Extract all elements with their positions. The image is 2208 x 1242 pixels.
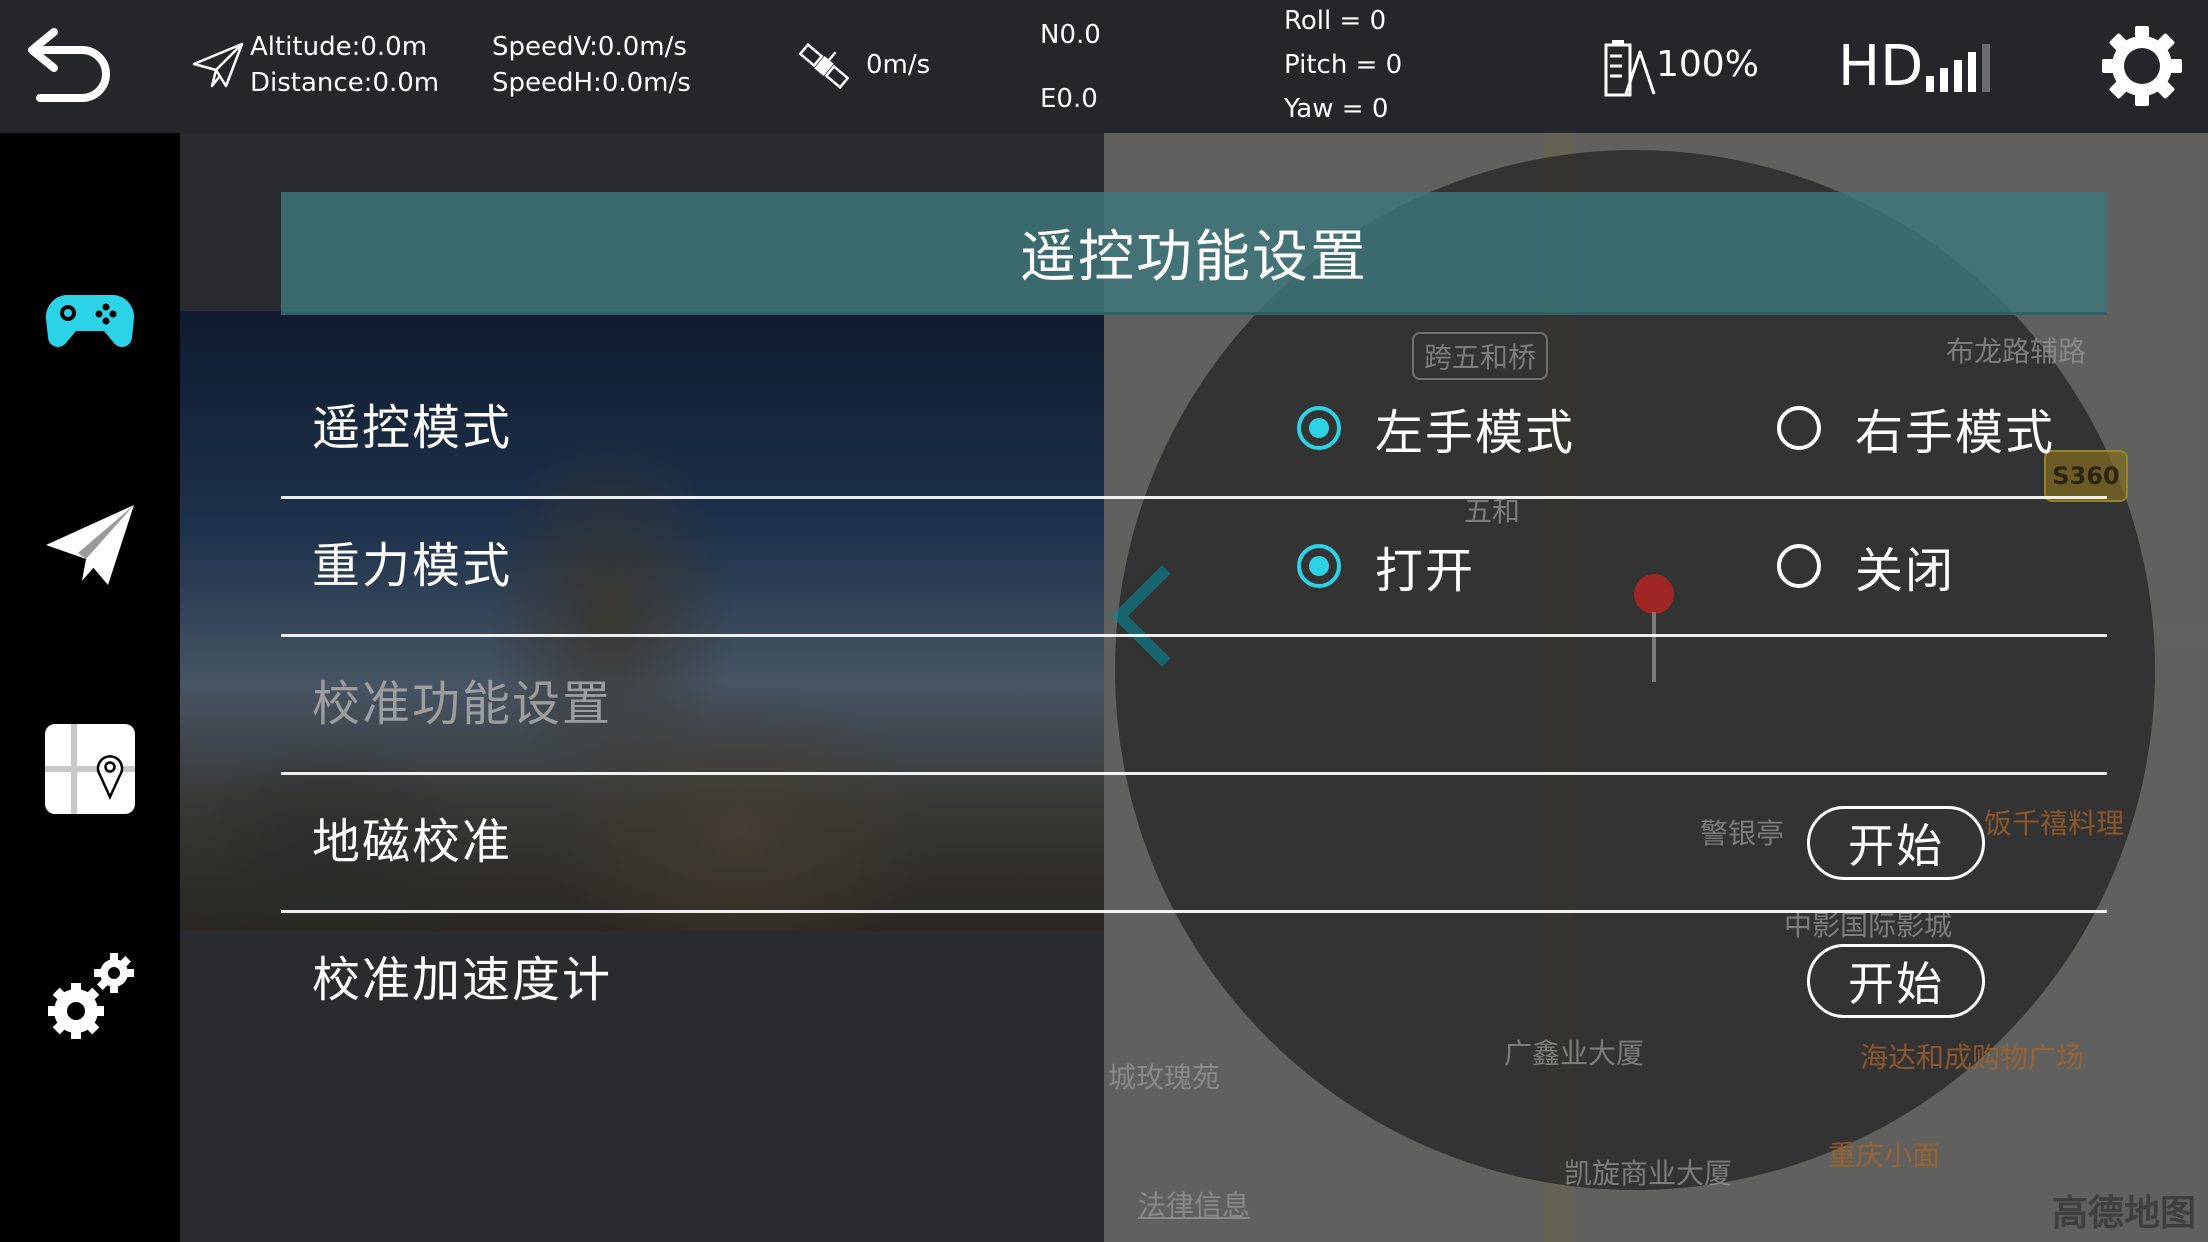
map-label-law[interactable]: 法律信息 bbox=[1138, 1184, 1250, 1224]
compass-calibration-start-button[interactable]: 开始 bbox=[1807, 806, 1985, 880]
sidebar bbox=[0, 133, 180, 1242]
map-label-kaixuan: 凯旋商业大厦 bbox=[1564, 1157, 1733, 1190]
map-pin-icon[interactable] bbox=[44, 723, 136, 815]
gravity-mode-row: 重力模式 打开 关闭 bbox=[281, 498, 2107, 637]
battery-percentage: 100% bbox=[1656, 44, 1759, 85]
rc-mode-label: 遥控模式 bbox=[312, 400, 513, 456]
distance-readout: Distance:0.0m bbox=[250, 68, 440, 98]
paper-plane-icon bbox=[192, 42, 244, 88]
rc-mode-left-hand-option[interactable]: 左手模式 bbox=[1297, 360, 1575, 496]
gear-icon[interactable] bbox=[2100, 24, 2184, 108]
radio-unselected-icon[interactable] bbox=[1777, 406, 1821, 450]
calibration-section-header: 校准功能设置 bbox=[281, 636, 2107, 775]
rc-mode-right-hand-option[interactable]: 右手模式 bbox=[1777, 360, 2055, 496]
vertical-speed-readout: SpeedV:0.0m/s bbox=[492, 32, 687, 62]
gravity-mode-on-label[interactable]: 打开 bbox=[1375, 531, 1475, 601]
rc-mode-right-hand-label[interactable]: 右手模式 bbox=[1855, 393, 2055, 463]
rc-mode-row: 遥控模式 左手模式 右手模式 bbox=[281, 360, 2107, 499]
radio-unselected-icon[interactable] bbox=[1777, 544, 1821, 588]
radio-selected-icon[interactable] bbox=[1297, 544, 1341, 588]
accelerometer-calibration-start-button[interactable]: 开始 bbox=[1807, 944, 1985, 1018]
gravity-mode-label: 重力模式 bbox=[312, 538, 513, 594]
back-arrow-icon[interactable] bbox=[24, 28, 110, 104]
paper-plane-icon[interactable] bbox=[44, 501, 136, 593]
battery-icon bbox=[1604, 40, 1656, 97]
amap-logo: 高德地图 bbox=[2051, 1193, 2196, 1234]
compass-calibration-row: 地磁校准 开始 bbox=[281, 774, 2107, 913]
gravity-mode-off-label[interactable]: 关闭 bbox=[1855, 531, 1955, 601]
east-coordinate: E0.0 bbox=[1040, 84, 1098, 114]
top-status-bar: Altitude:0.0m Distance:0.0m SpeedV:0.0m/… bbox=[0, 0, 2208, 133]
accelerometer-calibration-row: 校准加速度计 开始 bbox=[281, 912, 2107, 1048]
altitude-readout: Altitude:0.0m bbox=[250, 32, 428, 62]
rc-mode-left-hand-label[interactable]: 左手模式 bbox=[1375, 393, 1575, 463]
compass-calibration-label: 地磁校准 bbox=[312, 814, 513, 870]
roll-readout: Roll = 0 bbox=[1284, 6, 1387, 36]
radio-selected-icon[interactable] bbox=[1297, 406, 1341, 450]
calibration-section-label: 校准功能设置 bbox=[312, 676, 613, 732]
pitch-readout: Pitch = 0 bbox=[1284, 50, 1403, 80]
signal-bars-icon bbox=[1926, 44, 1990, 92]
panel-title: 遥控功能设置 bbox=[281, 192, 2107, 315]
accelerometer-calibration-label: 校准加速度计 bbox=[312, 952, 613, 1008]
horizontal-speed-readout: SpeedH:0.0m/s bbox=[492, 68, 691, 98]
yaw-readout: Yaw = 0 bbox=[1284, 94, 1389, 124]
gravity-mode-off-option[interactable]: 关闭 bbox=[1777, 498, 1955, 634]
gravity-mode-on-option[interactable]: 打开 bbox=[1297, 498, 1475, 634]
north-coordinate: N0.0 bbox=[1040, 20, 1101, 50]
signal-hd-label: HD bbox=[1838, 34, 1924, 99]
satellite-icon bbox=[798, 42, 850, 90]
map-label-noodles: 重庆小面 bbox=[1828, 1139, 1941, 1172]
gamepad-icon[interactable] bbox=[44, 273, 136, 365]
map-label-rose-garden: 城玫瑰苑 bbox=[1108, 1061, 1221, 1094]
gps-speed-readout: 0m/s bbox=[866, 50, 931, 80]
gears-icon[interactable] bbox=[44, 949, 136, 1041]
